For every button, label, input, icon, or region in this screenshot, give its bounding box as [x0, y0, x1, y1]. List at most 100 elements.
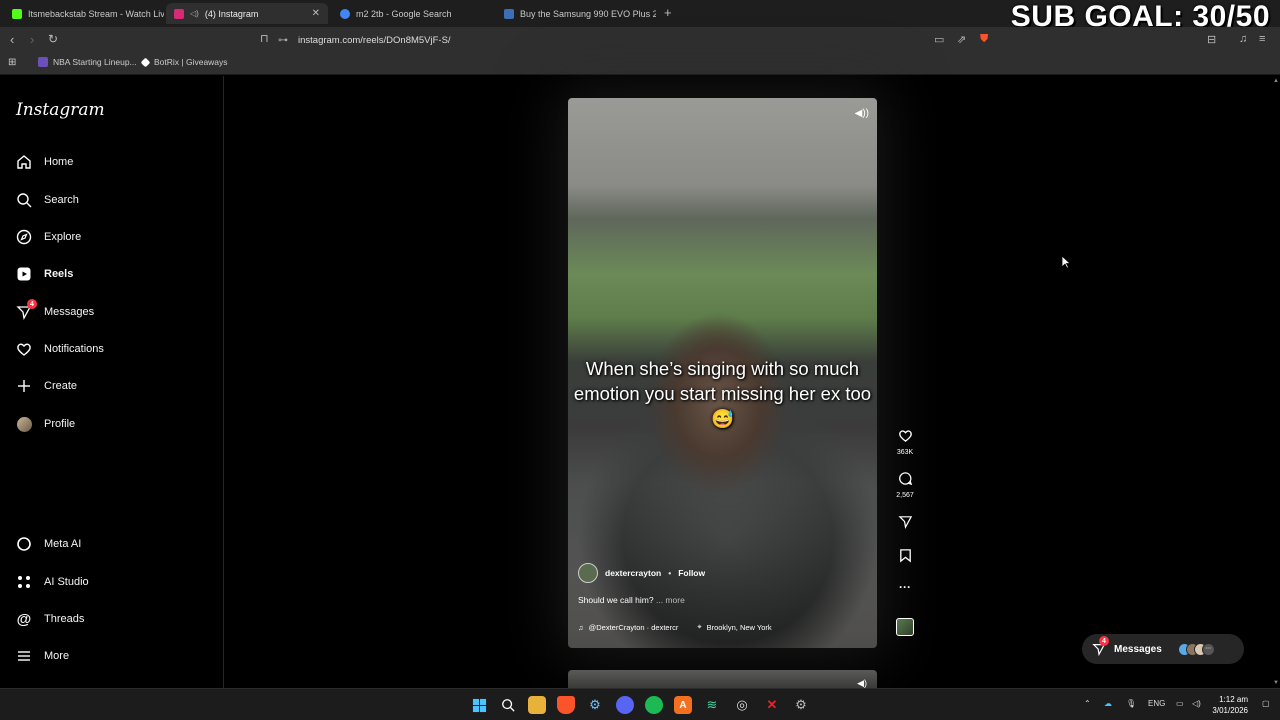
nav-reels[interactable]: Reels — [16, 262, 73, 286]
url-bar[interactable]: ⊶ instagram.com/reels/DOn8M5VjF-S/ — [278, 30, 1000, 50]
share-icon — [897, 516, 912, 529]
steam-icon[interactable]: ⚙ — [586, 696, 604, 714]
message-avatars: ··· — [1177, 642, 1215, 656]
onedrive-icon[interactable]: ☁ — [1104, 699, 1112, 708]
language-indicator[interactable]: ENG — [1148, 699, 1165, 708]
brave-browser-icon[interactable] — [557, 696, 575, 714]
obs-icon[interactable]: ◎ — [733, 696, 751, 714]
comment-icon — [898, 472, 912, 486]
like-count: 363K — [896, 449, 914, 456]
windows-start-icon[interactable] — [470, 696, 488, 714]
scroll-down-icon[interactable]: ▼ — [1273, 680, 1279, 686]
brave-shield-icon[interactable]: ⛊ — [980, 33, 988, 46]
settings-icon[interactable]: ⚙ — [792, 696, 810, 714]
site-settings-icon[interactable]: ⊶ — [278, 35, 288, 46]
close-tab-icon[interactable]: ✕ — [312, 8, 320, 19]
speaker-icon[interactable]: ◀)) — [855, 108, 869, 119]
tab-instagram[interactable]: ◁) (4) Instagram ✕ — [166, 3, 328, 24]
bookmark-icon — [899, 549, 911, 563]
page-scrollbar[interactable]: ▲ ▼ — [1270, 76, 1280, 688]
bookmark-botrix[interactable]: BotRix | Giveaways — [140, 57, 228, 67]
nav-messages[interactable]: 4 Messages — [16, 299, 94, 324]
terminal-icon[interactable]: ≋ — [703, 696, 721, 714]
tab-samsung-ssd[interactable]: Buy the Samsung 990 EVO Plus 2TB — [496, 3, 656, 24]
nav-more[interactable]: More — [16, 644, 69, 668]
audio-thumbnail[interactable] — [896, 618, 914, 636]
nav-profile[interactable]: Profile — [16, 412, 75, 436]
comment-count: 2,567 — [896, 492, 914, 499]
windows-taskbar: ⚙ A ≋ ◎ ✕ ⚙ ⌃ ☁ 🎙 ENG ▭ ◁) 1:12 am 3/01/… — [0, 688, 1280, 720]
reel-video[interactable]: ◀)) When she’s singing with so much emot… — [568, 98, 877, 648]
reel-username[interactable]: dextercrayton — [605, 568, 661, 578]
file-explorer-icon[interactable] — [528, 696, 546, 714]
search-icon — [16, 192, 32, 208]
search-icon[interactable] — [499, 696, 517, 714]
sidebar-toggle-icon[interactable]: ⊟ — [1207, 33, 1216, 46]
forward-button[interactable]: › — [30, 32, 34, 47]
avatar[interactable] — [578, 563, 598, 583]
nav-notifications[interactable]: Notifications — [16, 337, 104, 361]
follow-button[interactable]: Follow — [678, 568, 705, 578]
app-a-icon[interactable]: A — [674, 696, 692, 714]
messages-pill-label: Messages — [1114, 643, 1162, 655]
nav-ai-studio[interactable]: AI Studio — [16, 570, 89, 594]
reel-author: dextercrayton • Follow — [578, 563, 705, 583]
tray-overflow-icon[interactable]: ⌃ — [1084, 699, 1091, 708]
volume-icon[interactable]: ◁) — [1192, 699, 1201, 708]
menu-icon — [16, 648, 32, 664]
spotify-icon[interactable] — [645, 696, 663, 714]
more-link[interactable]: ... more — [656, 595, 685, 605]
messages-badge: 4 — [27, 299, 37, 309]
url-text: instagram.com/reels/DOn8M5VjF-S/ — [298, 34, 451, 46]
menu-icon[interactable]: ≡ — [1259, 33, 1265, 45]
reload-button[interactable]: ↻ — [48, 32, 58, 46]
threads-icon: @ — [16, 610, 32, 628]
share-icon[interactable]: ⇗ — [957, 33, 966, 46]
comment-button[interactable]: 2,567 — [893, 471, 917, 499]
botrix-icon — [140, 57, 151, 67]
more-options-icon[interactable]: ··· — [893, 580, 917, 594]
reels-icon — [16, 266, 32, 282]
instagram-icon — [174, 8, 184, 19]
microphone-icon[interactable]: 🎙 — [1126, 699, 1136, 708]
next-reel-preview[interactable]: ◀) — [568, 670, 877, 688]
reel-location[interactable]: Brooklyn, New York — [707, 623, 772, 632]
bookmarks-bar: ⊞ NBA Starting Lineup... BotRix | Giveaw… — [0, 53, 1280, 75]
nav-meta-ai[interactable]: Meta AI — [16, 532, 81, 556]
like-button[interactable]: 363K — [893, 428, 917, 456]
bookmark-icon[interactable]: ⊓ — [260, 32, 269, 45]
share-button[interactable] — [893, 514, 917, 534]
back-button[interactable]: ‹ — [10, 32, 14, 47]
network-icon[interactable]: ▭ — [1176, 699, 1184, 708]
instagram-logo[interactable]: Instagram — [16, 100, 105, 120]
separator-dot: • — [668, 568, 672, 578]
meta-ai-icon — [16, 536, 32, 552]
save-button[interactable] — [893, 548, 917, 568]
heart-icon — [898, 430, 912, 442]
cast-icon[interactable]: ▭ — [934, 33, 944, 46]
new-tab-button[interactable]: + — [664, 5, 672, 20]
nav-explore[interactable]: Explore — [16, 225, 81, 249]
reel-caption-overlay: When she’s singing with so much emotion … — [573, 358, 872, 429]
media-icon[interactable]: ♫ — [1239, 33, 1247, 45]
tab-google-search[interactable]: m2 2tb - Google Search — [332, 3, 492, 24]
reel-audio-label[interactable]: @DexterCrayton · dextercr — [589, 623, 679, 632]
scroll-up-icon[interactable]: ▲ — [1273, 78, 1279, 84]
system-clock[interactable]: 1:12 am 3/01/2026 — [1212, 694, 1248, 716]
notification-icon[interactable]: ▢ — [1262, 699, 1270, 708]
bookmark-nba[interactable]: NBA Starting Lineup... — [38, 57, 137, 67]
discord-icon[interactable] — [616, 696, 634, 714]
browser-nav-bar: ‹ › ↻ ⊓ ⊶ instagram.com/reels/DOn8M5VjF-… — [0, 27, 1280, 53]
nav-threads[interactable]: @ Threads — [16, 607, 85, 631]
tab-kick-stream[interactable]: Itsmebackstab Stream - Watch Live o — [4, 3, 164, 24]
nav-home[interactable]: Home — [16, 150, 73, 174]
nav-search[interactable]: Search — [16, 188, 79, 212]
apps-grid-icon[interactable]: ⊞ — [8, 57, 16, 68]
app-x-icon[interactable]: ✕ — [763, 696, 781, 714]
nav-create[interactable]: Create — [16, 374, 77, 398]
kick-icon — [12, 8, 22, 19]
heart-icon — [16, 341, 32, 357]
messages-pill[interactable]: 4 Messages ··· — [1082, 634, 1244, 664]
explore-icon — [16, 229, 32, 245]
mouse-cursor-icon — [1061, 255, 1071, 269]
